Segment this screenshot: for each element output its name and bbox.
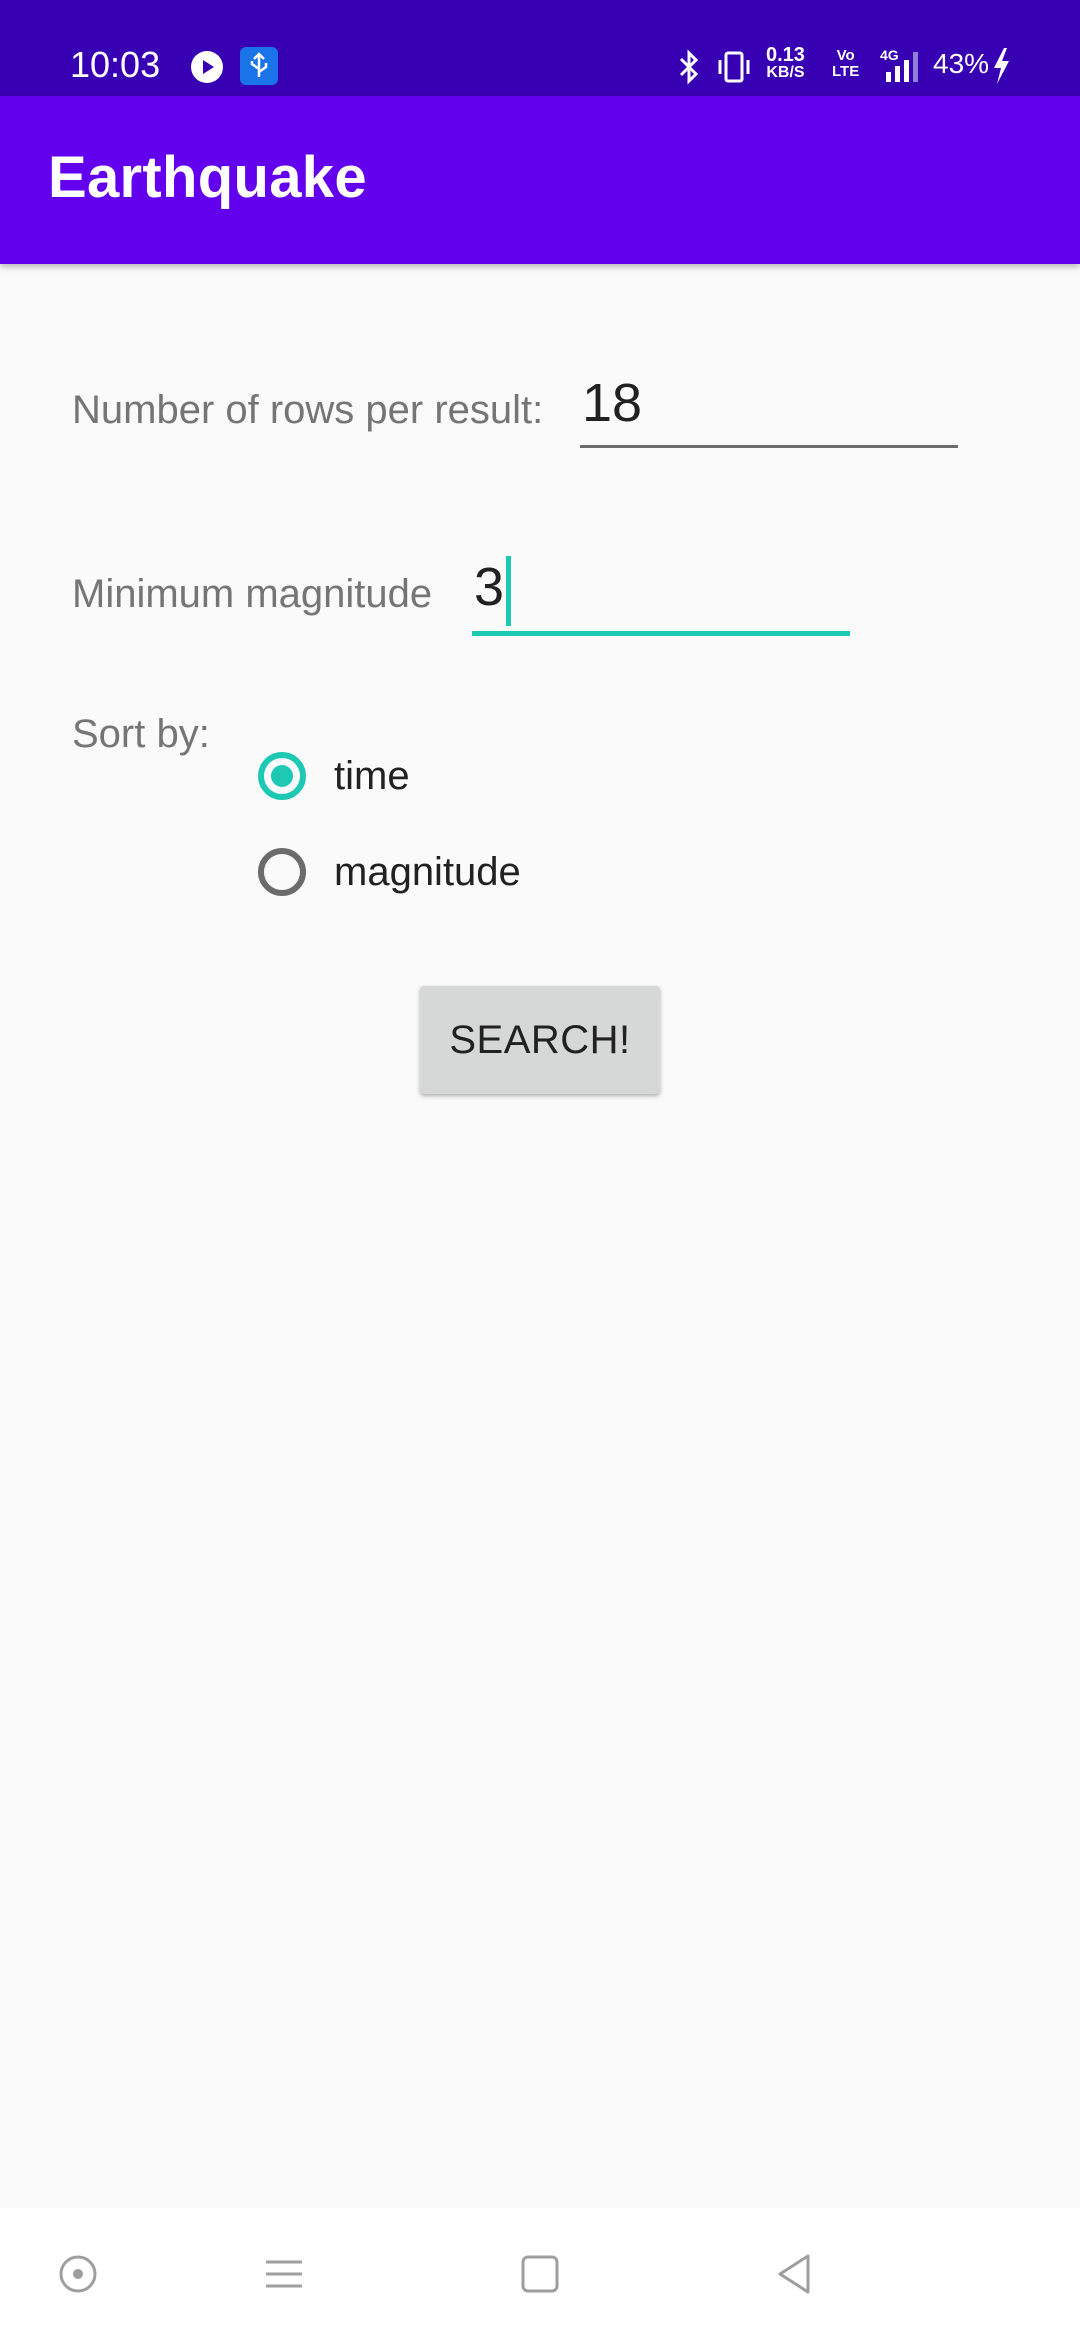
rows-per-result-value: 18 <box>582 373 643 433</box>
back-icon[interactable] <box>772 2252 816 2296</box>
vibrate-icon <box>718 51 750 83</box>
home-icon[interactable] <box>518 2252 562 2296</box>
sort-magnitude-radio[interactable]: magnitude <box>256 840 521 904</box>
speed-unit: KB/S <box>766 64 805 81</box>
volte-indicator: Vo LTE <box>832 48 859 80</box>
sort-time-label: time <box>334 753 410 798</box>
bluetooth-icon <box>679 49 699 85</box>
radio-unchecked-icon[interactable] <box>258 848 306 896</box>
app-title: Earthquake <box>48 145 367 210</box>
battery-percent: 43% <box>933 48 990 79</box>
status-time: 10:03 <box>70 44 161 85</box>
volte-bottom: LTE <box>832 63 860 80</box>
speed-value: 0.13 <box>766 44 805 66</box>
menu-icon[interactable] <box>262 2252 306 2296</box>
assistant-icon[interactable] <box>56 2252 100 2296</box>
minimum-magnitude-value: 3 <box>474 557 505 617</box>
sort-magnitude-label: magnitude <box>334 849 521 894</box>
volte-top: Vo <box>836 47 855 64</box>
text-cursor <box>506 556 512 626</box>
search-button[interactable]: SEARCH! <box>420 986 660 1094</box>
svg-text:4G: 4G <box>880 47 899 63</box>
network-speed: 0.13 KB/S <box>766 44 805 82</box>
signal-icon: 4G <box>880 47 918 82</box>
radio-checked-icon[interactable] <box>258 752 306 800</box>
rows-per-result-label: Number of rows per result: <box>72 388 544 432</box>
rows-per-result-input[interactable]: 18 <box>580 372 958 448</box>
charging-bolt-icon <box>994 48 1009 84</box>
system-nav-bar <box>0 2208 1080 2340</box>
app-toolbar: Earthquake <box>0 96 1080 264</box>
sort-time-radio[interactable]: time <box>256 744 410 808</box>
minimum-magnitude-input[interactable]: 3 <box>472 556 850 636</box>
status-bar: 10:03 0.13 KB/S Vo LTE 4G 43% <box>0 0 1080 96</box>
sort-by-label: Sort by: <box>72 712 210 756</box>
usb-icon <box>240 47 278 85</box>
media-play-icon <box>191 51 223 83</box>
minimum-magnitude-label: Minimum magnitude <box>72 572 433 616</box>
